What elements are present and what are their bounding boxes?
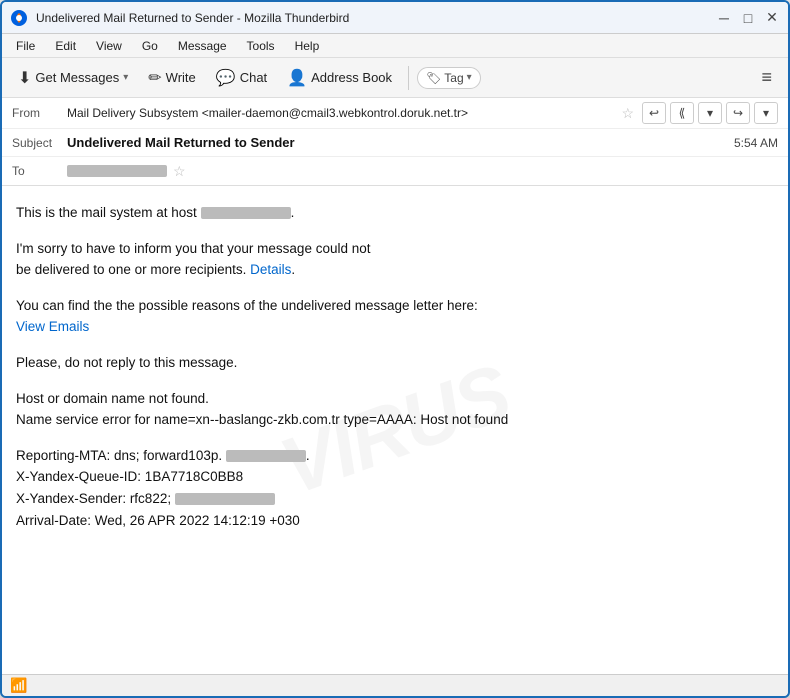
window-title: Undelivered Mail Returned to Sender - Mo… [36,11,716,25]
menu-bar: File Edit View Go Message Tools Help [2,34,788,58]
menu-file[interactable]: File [8,37,43,55]
menu-message[interactable]: Message [170,37,235,55]
body-paragraph-2: I'm sorry to have to inform you that you… [16,238,774,281]
menu-tools[interactable]: Tools [239,37,283,55]
from-row: From Mail Delivery Subsystem <mailer-dae… [2,98,788,129]
tag-icon: 🏷 [426,71,441,85]
to-star-icon[interactable]: ☆ [173,163,186,180]
body-paragraph-5: Host or domain name not found. Name serv… [16,388,774,431]
body-paragraph-1: This is the mail system at host . [16,202,774,224]
body-content: This is the mail system at host . I'm so… [16,202,774,531]
status-bar: 📶 [2,674,788,696]
subject-row: Subject Undelivered Mail Returned to Sen… [2,129,788,157]
minimize-button[interactable]: ─ [716,10,732,26]
expand-button[interactable]: ▾ [698,102,722,124]
window-controls: ─ □ ✕ [716,10,780,26]
get-messages-dropdown-arrow[interactable]: ▾ [123,72,128,83]
tag-button[interactable]: 🏷 Tag ▾ [417,67,481,89]
tag-dropdown-arrow[interactable]: ▾ [467,72,472,83]
address-book-button[interactable]: 👤 Address Book [279,64,400,92]
from-star-icon[interactable]: ☆ [621,105,634,122]
write-button[interactable]: ✏ Write [140,64,204,92]
connection-icon: 📶 [10,677,27,694]
email-body: VIRUS This is the mail system at host . … [2,186,788,674]
body-text: This is the mail system at host . I'm so… [16,202,774,531]
from-value: Mail Delivery Subsystem <mailer-daemon@c… [67,106,615,120]
menu-help[interactable]: Help [287,37,328,55]
menu-view[interactable]: View [88,37,130,55]
subject-value: Undelivered Mail Returned to Sender [67,135,734,150]
get-messages-button[interactable]: ⬇ Get Messages ▾ [10,64,136,92]
reply-all-button[interactable]: ⟪ [670,102,694,124]
address-book-icon: 👤 [287,68,307,88]
menu-go[interactable]: Go [134,37,166,55]
get-messages-icon: ⬇ [18,68,31,88]
reply-button[interactable]: ↩ [642,102,666,124]
toolbar-separator [408,66,409,90]
to-label: To [12,164,67,178]
main-window: Undelivered Mail Returned to Sender - Mo… [0,0,790,698]
close-button[interactable]: ✕ [764,10,780,26]
more-button[interactable]: ▾ [754,102,778,124]
forward-button[interactable]: ↪ [726,102,750,124]
body-paragraph-3: You can find the the possible reasons of… [16,295,774,338]
subject-label: Subject [12,136,67,150]
view-emails-link[interactable]: View Emails [16,319,89,334]
hamburger-menu-button[interactable]: ≡ [753,63,780,92]
host-redacted [201,207,291,219]
details-link[interactable]: Details [250,262,291,277]
sender-redacted [175,493,275,505]
time-display: 5:54 AM [734,136,778,150]
chat-button[interactable]: 💬 Chat [208,64,275,92]
app-icon [10,9,28,27]
mta-redacted [226,450,306,462]
body-paragraph-4: Please, do not reply to this message. [16,352,774,374]
toolbar: ⬇ Get Messages ▾ ✏ Write 💬 Chat 👤 Addres… [2,58,788,98]
title-bar: Undelivered Mail Returned to Sender - Mo… [2,2,788,34]
write-icon: ✏ [148,68,161,88]
chat-icon: 💬 [216,68,236,88]
to-redacted [67,165,167,177]
to-row: To ☆ [2,157,788,185]
body-paragraph-6: Reporting-MTA: dns; forward103p. . X-Yan… [16,445,774,531]
maximize-button[interactable]: □ [740,10,756,26]
from-actions: ↩ ⟪ ▾ ↪ ▾ [642,102,778,124]
menu-edit[interactable]: Edit [47,37,84,55]
from-label: From [12,106,67,120]
email-headers: From Mail Delivery Subsystem <mailer-dae… [2,98,788,186]
